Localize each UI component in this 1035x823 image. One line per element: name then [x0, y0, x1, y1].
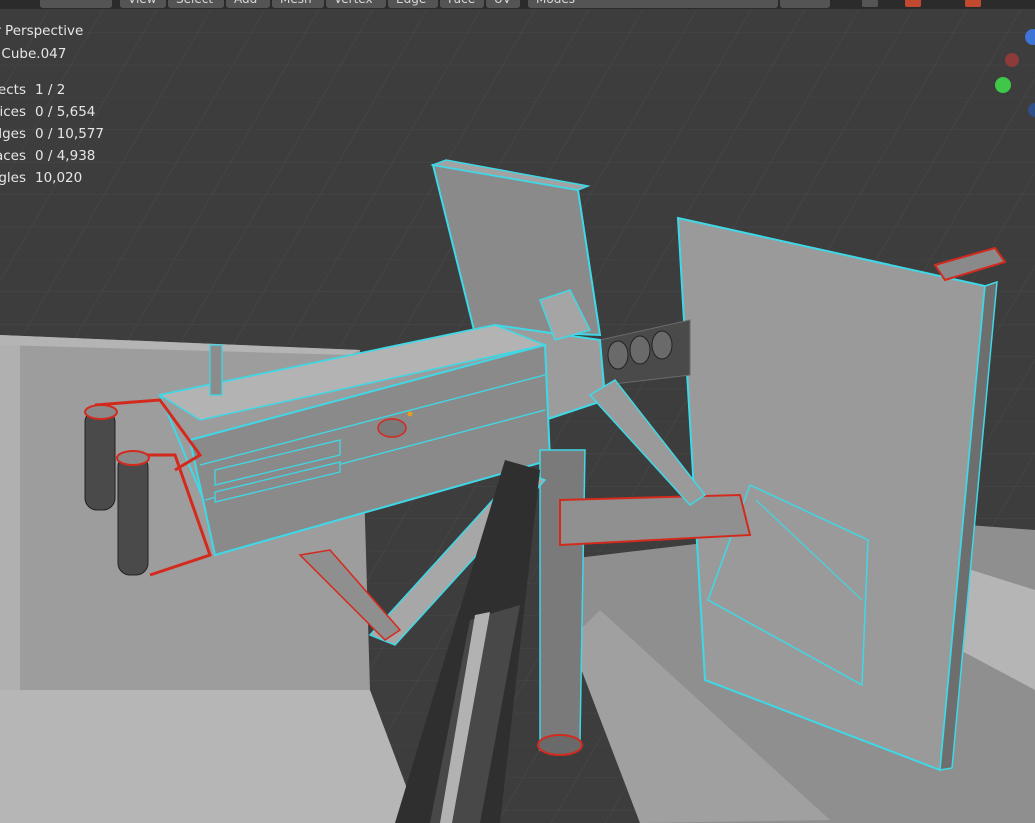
proportional-falloff-icon[interactable] — [965, 0, 981, 7]
header-icons-left[interactable] — [40, 0, 112, 8]
view-title: User Perspective — [0, 23, 84, 39]
menu-view[interactable]: View — [120, 0, 166, 8]
stats-label: Faces — [0, 148, 26, 164]
menu-face[interactable]: Face — [440, 0, 484, 8]
stats-label: Edges — [0, 126, 26, 142]
3d-viewport[interactable]: View Select Add Mesh Vertex Edge Face UV… — [0, 0, 1035, 823]
viewport-scene[interactable] — [0, 0, 1035, 823]
menu-edge[interactable]: Edge — [388, 0, 438, 8]
snap-icon[interactable] — [862, 0, 878, 7]
stats-value: 0 / 5,654 — [35, 104, 96, 120]
menu-add[interactable]: Add — [226, 0, 270, 8]
header-icons-right-a[interactable] — [780, 0, 830, 8]
neg-z-axis-icon[interactable] — [1028, 103, 1035, 117]
stats-value: 1 / 2 — [35, 82, 66, 98]
stats-label: Vertices — [0, 104, 26, 120]
menu-uv[interactable]: UV — [486, 0, 520, 8]
menu-mesh[interactable]: Mesh — [272, 0, 324, 8]
shield-plate-right — [676, 216, 998, 772]
stats-value: 0 / 10,577 — [35, 126, 104, 142]
stats-value: 10,020 — [35, 170, 83, 186]
z-axis-icon[interactable] — [1025, 29, 1035, 45]
viewport-header: View Select Add Mesh Vertex Edge Face UV… — [0, 0, 1035, 9]
y-axis-icon[interactable] — [995, 77, 1011, 93]
stats-label: Objects — [0, 82, 26, 98]
stats-label: Triangles — [0, 170, 26, 186]
proportional-editing-icon[interactable] — [905, 0, 921, 7]
mode-dropdown[interactable]: Modes — [528, 0, 778, 8]
stats-value: 0 / 4,938 — [35, 148, 96, 164]
object-name: (1) Cube.047 — [0, 46, 67, 62]
menu-vertex[interactable]: Vertex — [326, 0, 386, 8]
x-axis-icon[interactable] — [1005, 53, 1019, 67]
menu-select[interactable]: Select — [168, 0, 224, 8]
